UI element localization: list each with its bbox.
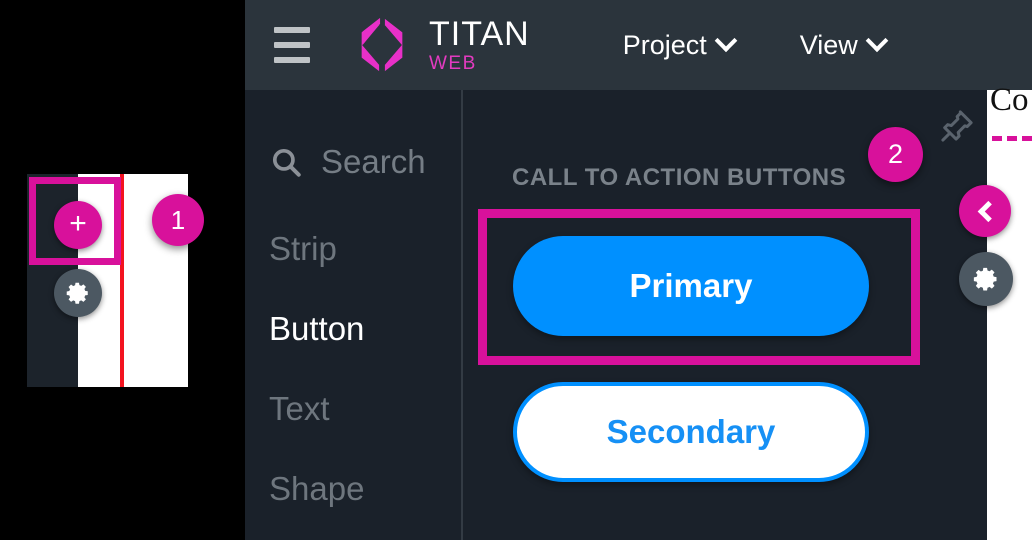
chevron-down-icon — [714, 29, 738, 53]
hamburger-bar — [274, 42, 310, 48]
sidebar-item-button[interactable]: Button — [269, 310, 364, 348]
preview-backdrop — [0, 0, 245, 540]
brand-subtitle: WEB — [429, 53, 477, 74]
primary-button[interactable]: Primary — [513, 236, 869, 336]
sidebar-item-text-label: Text — [269, 390, 330, 427]
hamburger-bar — [274, 27, 310, 33]
search-icon — [272, 148, 301, 177]
app-header: TITAN WEB Project View — [245, 0, 1032, 90]
brand-logo[interactable]: TITAN WEB — [351, 14, 530, 76]
gear-icon — [66, 282, 88, 304]
nav-item-view[interactable]: View — [799, 29, 889, 61]
primary-button-label: Primary — [629, 267, 753, 304]
panel-settings-button[interactable] — [959, 252, 1013, 306]
secondary-button-label: Secondary — [606, 413, 776, 450]
annotation-badge-2: 2 — [868, 127, 923, 182]
hamburger-menu-icon[interactable] — [266, 20, 318, 70]
secondary-button[interactable]: Secondary — [513, 382, 869, 482]
preview-settings-button[interactable] — [54, 269, 102, 317]
hamburger-bar — [274, 57, 310, 63]
gear-icon — [973, 267, 997, 291]
pin-icon[interactable] — [939, 108, 975, 144]
add-component-button[interactable]: + — [54, 201, 102, 249]
annotation-badge-1-number: 1 — [170, 204, 186, 235]
annotation-badge-2-number: 2 — [887, 139, 904, 169]
search-input[interactable]: Search — [269, 143, 426, 181]
titan-web-app: + 1 TITAN WEB Project View Search Strip … — [0, 0, 1032, 540]
component-list-panel: Search Strip Button Text Shape — [245, 90, 463, 540]
sidebar-item-button-label: Button — [269, 310, 365, 347]
brand-text: TITAN WEB — [429, 17, 530, 73]
annotation-badge-1: 1 — [152, 194, 204, 246]
chevron-down-icon — [865, 29, 889, 53]
sidebar-item-strip-label: Strip — [269, 230, 337, 267]
header-nav: Project View — [622, 29, 889, 61]
titan-hexagon-logo — [361, 17, 403, 72]
right-panel-dashed-rule — [992, 136, 1032, 141]
sidebar-item-shape-label: Shape — [269, 470, 365, 507]
nav-item-project[interactable]: Project — [622, 29, 738, 61]
right-panel-title: Co — [990, 82, 1029, 118]
sidebar-item-shape[interactable]: Shape — [269, 470, 364, 508]
sidebar-item-text[interactable]: Text — [269, 390, 330, 428]
component-gallery: CALL TO ACTION BUTTONS Primary Secondary — [463, 90, 1032, 540]
nav-item-view-label: View — [799, 29, 858, 60]
search-placeholder: Search — [321, 143, 426, 180]
nav-item-project-label: Project — [622, 29, 707, 60]
sidebar-item-strip[interactable]: Strip — [269, 230, 337, 268]
collapse-panel-button[interactable] — [959, 185, 1011, 237]
chevron-left-icon — [977, 200, 999, 222]
brand-title: TITAN — [429, 15, 530, 53]
section-title: CALL TO ACTION BUTTONS — [512, 164, 847, 191]
right-properties-panel — [987, 90, 1032, 540]
plus-icon: + — [69, 207, 87, 240]
